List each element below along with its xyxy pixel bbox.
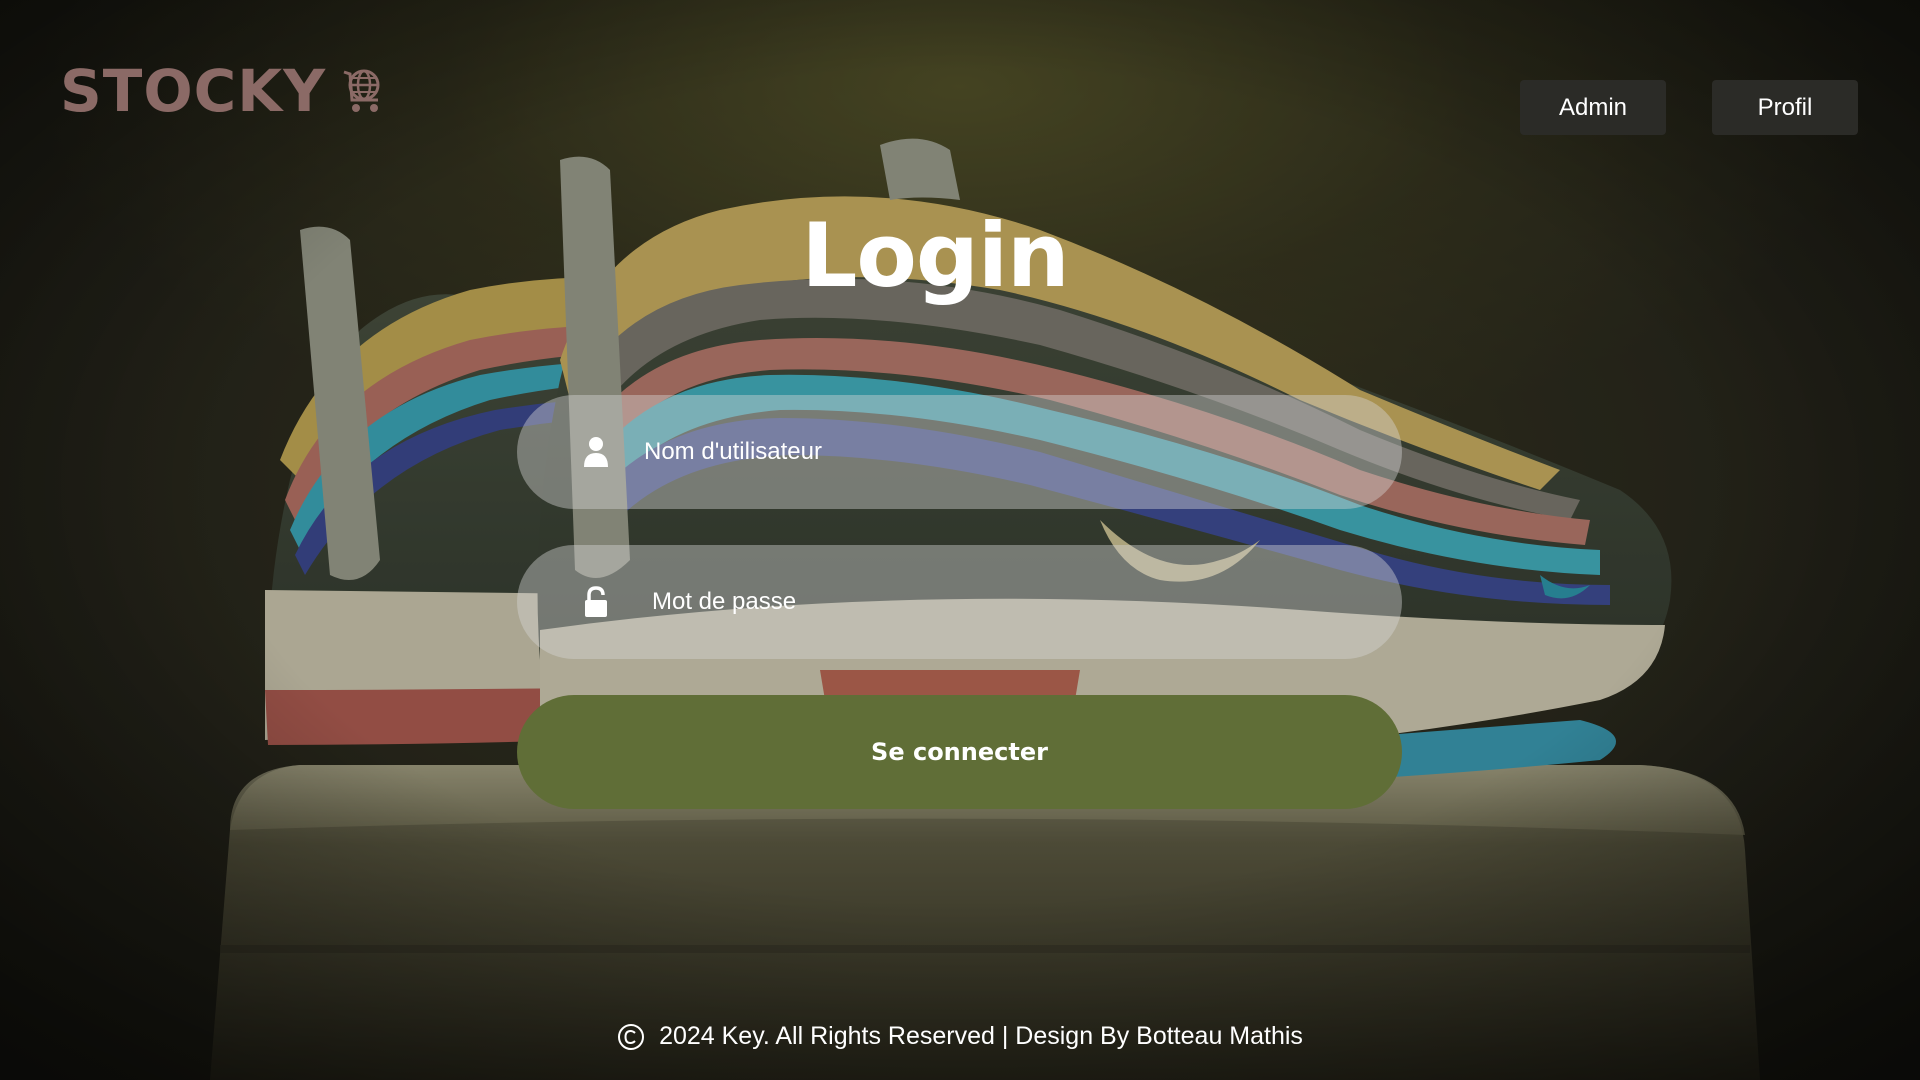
password-input[interactable] (652, 545, 1362, 659)
sneaker-illustration (0, 0, 1920, 1080)
footer-text: 2024 Key. All Rights Reserved | Design B… (659, 1022, 1303, 1050)
login-button[interactable]: Se connecter (517, 695, 1402, 809)
logo-text: STOCKY (60, 57, 327, 125)
background-photo (0, 0, 1920, 1080)
globe-cart-icon (340, 66, 386, 116)
page-title: Login (801, 204, 1069, 307)
logo[interactable]: STOCKY (60, 62, 386, 120)
username-input[interactable] (644, 395, 1362, 509)
footer: 2024 Key. All Rights Reserved | Design B… (0, 1022, 1920, 1051)
username-field[interactable] (517, 395, 1402, 509)
profil-button[interactable]: Profil (1712, 80, 1858, 135)
password-field[interactable] (517, 545, 1402, 659)
copyright-icon (617, 1023, 645, 1051)
admin-button[interactable]: Admin (1520, 80, 1666, 135)
